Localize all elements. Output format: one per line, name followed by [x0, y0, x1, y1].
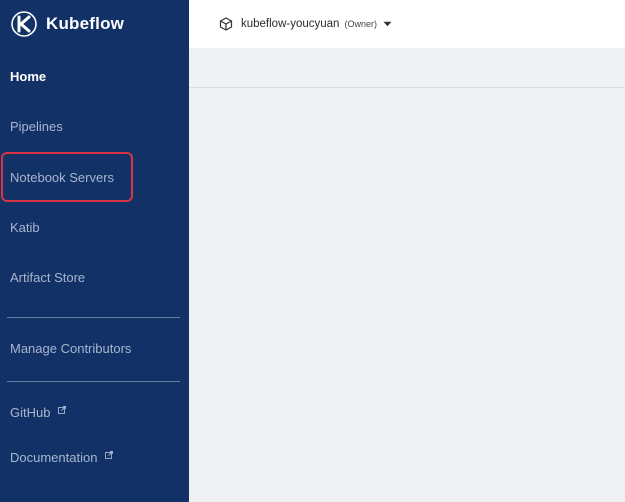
- external-link-icon: [105, 445, 114, 465]
- sidebar-item-notebook-servers[interactable]: Notebook Servers: [10, 168, 114, 188]
- sidebar-item-pipelines[interactable]: Pipelines: [10, 117, 63, 137]
- sidebar-item-home[interactable]: Home: [10, 67, 46, 87]
- sidebar-item-katib[interactable]: Katib: [10, 218, 40, 238]
- sidebar-item-documentation[interactable]: Documentation: [10, 445, 114, 468]
- kubeflow-logo-icon: [11, 11, 37, 37]
- caret-down-icon: [383, 21, 392, 27]
- brand-title: Kubeflow: [46, 14, 125, 33]
- main-content: [189, 88, 625, 502]
- cube-icon: [219, 17, 233, 31]
- sidebar-divider: [7, 381, 180, 382]
- sidebar-item-label: GitHub: [10, 405, 51, 420]
- sidebar-item-manage-contributors[interactable]: Manage Contributors: [10, 339, 131, 359]
- namespace-role: (Owner): [344, 19, 377, 29]
- brand[interactable]: Kubeflow: [11, 9, 124, 39]
- sidebar-item-label: Documentation: [10, 450, 98, 465]
- sidebar-item-github[interactable]: GitHub: [10, 400, 67, 423]
- external-link-icon: [58, 400, 67, 420]
- namespace-name: kubeflow-youcyuan: [241, 18, 340, 30]
- namespace-selector[interactable]: kubeflow-youcyuan (Owner): [219, 14, 392, 34]
- sidebar-divider: [7, 317, 180, 318]
- top-bar: kubeflow-youcyuan (Owner): [189, 0, 625, 48]
- sidebar: Kubeflow Home Pipelines Notebook Servers…: [0, 0, 189, 502]
- toolbar-area: [189, 48, 625, 88]
- sidebar-item-artifact-store[interactable]: Artifact Store: [10, 268, 85, 288]
